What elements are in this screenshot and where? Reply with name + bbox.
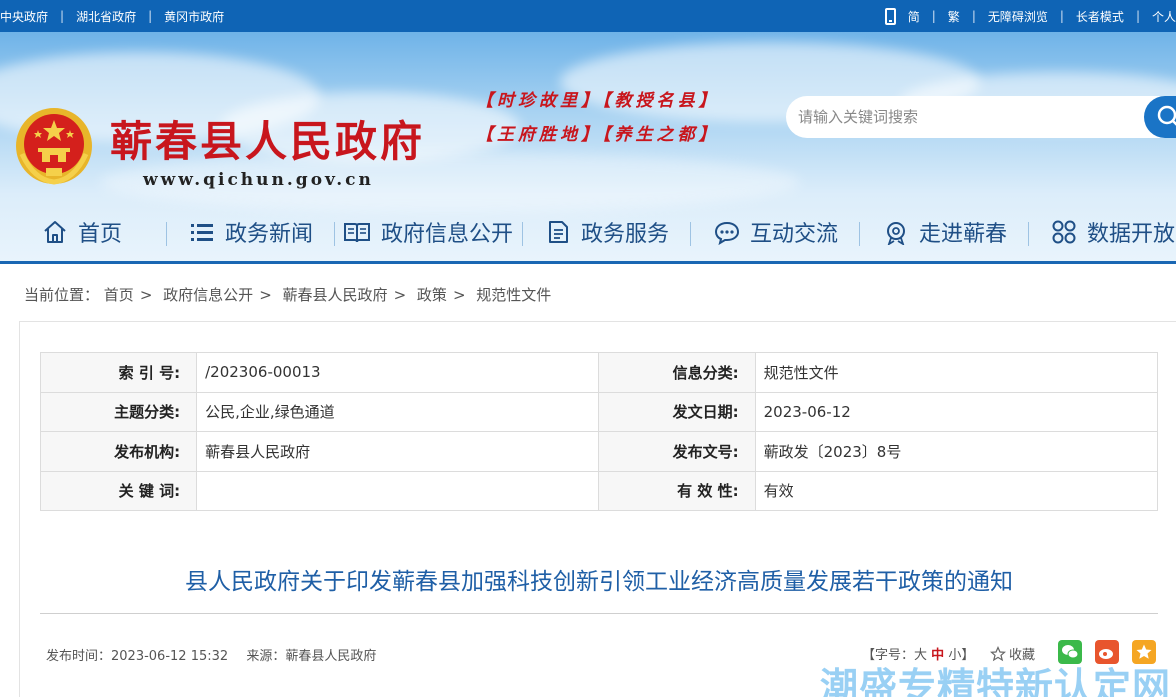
- meta-key: 发文日期:: [598, 391, 756, 432]
- divider: |: [971, 9, 976, 23]
- meta-key: 有 效 性:: [598, 470, 756, 511]
- meta-key: 发布文号:: [598, 431, 756, 472]
- search-box: [786, 96, 1176, 138]
- nav-label: 数据开放: [1087, 222, 1176, 247]
- nav-divider: [166, 222, 167, 246]
- meta-value: 2023-06-12: [754, 391, 1159, 432]
- source-label: 来源：: [246, 649, 286, 664]
- site-url: www.qichun.gov.cn: [143, 170, 374, 190]
- badge-icon: [887, 222, 905, 245]
- breadcrumb: 当前位置： 首页 > 政府信息公开 > 蕲春县人民政府 > 政策 > 规范性文件: [24, 284, 551, 305]
- breadcrumb-separator: >: [139, 286, 153, 304]
- nav-interaction[interactable]: 互动交流: [714, 210, 838, 254]
- meta-value: 蕲春县人民政府: [196, 431, 600, 472]
- breadcrumb-separator: >: [452, 286, 466, 304]
- search-button[interactable]: [1144, 96, 1176, 138]
- meta-value: 有效: [754, 470, 1159, 511]
- article-title: 县人民政府关于印发蕲春县加强科技创新引领工业经济高质量发展若干政策的通知: [185, 569, 1013, 595]
- meta-value: /202306-00013: [196, 352, 600, 393]
- link-huanggang-gov[interactable]: 黄冈市政府: [164, 8, 224, 25]
- divider: |: [1059, 9, 1064, 23]
- document-meta-table: 索 引 号: /202306-00013 信息分类: 规范性文件 主题分类: 公…: [39, 352, 1159, 511]
- search-input[interactable]: [798, 96, 1138, 138]
- title-divider: [40, 613, 1158, 614]
- meta-value: 规范性文件: [754, 352, 1159, 393]
- nav-underline: [0, 261, 1176, 264]
- meta-key: 发布机构:: [39, 431, 198, 472]
- meta-value: [196, 470, 600, 511]
- grid-icon: [1052, 220, 1076, 244]
- watermark-text: 潮盛专精特新认定网: [820, 665, 1172, 697]
- nav-label: 首页: [78, 222, 123, 247]
- nav-label: 政务服务: [581, 222, 670, 247]
- accessible-link[interactable]: 无障碍浏览: [988, 8, 1048, 25]
- table-row: 索 引 号: /202306-00013 信息分类: 规范性文件: [39, 352, 1159, 393]
- book-icon: [344, 223, 370, 243]
- breadcrumb-separator: >: [393, 286, 407, 304]
- nav-label: 互动交流: [750, 222, 839, 247]
- breadcrumb-separator: >: [259, 286, 272, 304]
- elder-mode-link[interactable]: 长者模式: [1076, 8, 1124, 25]
- breadcrumb-item-home[interactable]: 首页: [104, 286, 134, 304]
- nav-news[interactable]: 政务新闻: [189, 210, 313, 254]
- mobile-icon[interactable]: [884, 7, 896, 25]
- divider: |: [1135, 9, 1140, 23]
- nav-divider: [690, 222, 691, 246]
- top-tools: 简 | 繁 | 无障碍浏览 | 长者模式 | 个人: [884, 0, 1176, 32]
- top-links: 中央政府 | 湖北省政府 | 黄冈市政府: [0, 0, 224, 32]
- breadcrumb-item-normative-docs[interactable]: 规范性文件: [476, 286, 551, 304]
- nav-label: 走进蕲春: [919, 222, 1008, 247]
- divider: |: [148, 9, 153, 23]
- breadcrumb-item-policy[interactable]: 政策: [417, 286, 447, 304]
- chat-icon: [714, 221, 740, 245]
- table-row: 发布机构: 蕲春县人民政府 发布文号: 蕲政发〔2023〕8号: [39, 431, 1159, 472]
- nav-about-qichun[interactable]: 走进蕲春: [883, 210, 1007, 254]
- document-icon: [549, 221, 568, 243]
- link-hubei-gov[interactable]: 湖北省政府: [76, 8, 136, 25]
- divider: |: [60, 9, 65, 23]
- table-row: 主题分类: 公民,企业,绿色通道 发文日期: 2023-06-12: [39, 391, 1159, 432]
- nav-divider: [859, 222, 860, 246]
- publish-info: 发布时间：2023-06-12 15:32 来源：蕲春县人民政府: [46, 645, 376, 664]
- meta-value: 公民,企业,绿色通道: [196, 391, 600, 432]
- simplified-link[interactable]: 简: [908, 8, 920, 25]
- search-icon: [1157, 105, 1176, 126]
- nav-home[interactable]: 首页: [42, 210, 122, 254]
- source-value: 蕲春县人民政府: [285, 649, 377, 664]
- breadcrumb-item-info-disclosure[interactable]: 政府信息公开: [163, 286, 253, 304]
- nav-label: 政府信息公开: [381, 222, 514, 247]
- top-bar: 中央政府 | 湖北省政府 | 黄冈市政府 简 | 繁 | 无障碍浏览 | 长者模…: [0, 0, 1176, 32]
- nav-divider: [522, 222, 523, 246]
- meta-value: 蕲政发〔2023〕8号: [754, 431, 1159, 472]
- table-row: 关 键 词: 有 效 性: 有效: [39, 470, 1159, 511]
- nav-divider: [1028, 222, 1029, 246]
- nav-label: 政务新闻: [225, 222, 314, 247]
- nav-services[interactable]: 政务服务: [545, 210, 669, 254]
- breadcrumb-item-county-gov[interactable]: 蕲春县人民政府: [283, 286, 388, 304]
- traditional-link[interactable]: 繁: [948, 8, 960, 25]
- meta-key: 信息分类:: [598, 352, 756, 393]
- nav-open-data[interactable]: 数据开放: [1051, 210, 1175, 254]
- list-icon: [191, 224, 213, 241]
- link-central-gov[interactable]: 中央政府: [0, 8, 48, 25]
- meta-key: 索 引 号:: [39, 352, 198, 393]
- national-emblem-icon: [16, 108, 92, 185]
- main-nav: 首页 政务新闻 政府信息公开 政务服务 互动交流 走进蕲春 数据开放: [0, 210, 1176, 264]
- slogan-line-2: 【王府胜地】【养生之都】: [476, 125, 720, 145]
- nav-info-disclosure[interactable]: 政府信息公开: [343, 210, 513, 254]
- personal-link[interactable]: 个人: [1152, 8, 1176, 25]
- slogan-line-1: 【时珍故里】【教授名县】: [476, 91, 720, 111]
- site-title: 蕲春县人民政府: [110, 117, 426, 166]
- nav-divider: [334, 222, 335, 246]
- divider: |: [931, 9, 936, 23]
- home-icon: [44, 221, 66, 243]
- meta-key: 关 键 词:: [39, 470, 198, 511]
- publish-time-label: 发布时间：: [46, 649, 112, 664]
- breadcrumb-prefix: 当前位置：: [24, 286, 100, 304]
- meta-key: 主题分类:: [39, 391, 198, 432]
- publish-time: 2023-06-12 15:32: [111, 649, 229, 664]
